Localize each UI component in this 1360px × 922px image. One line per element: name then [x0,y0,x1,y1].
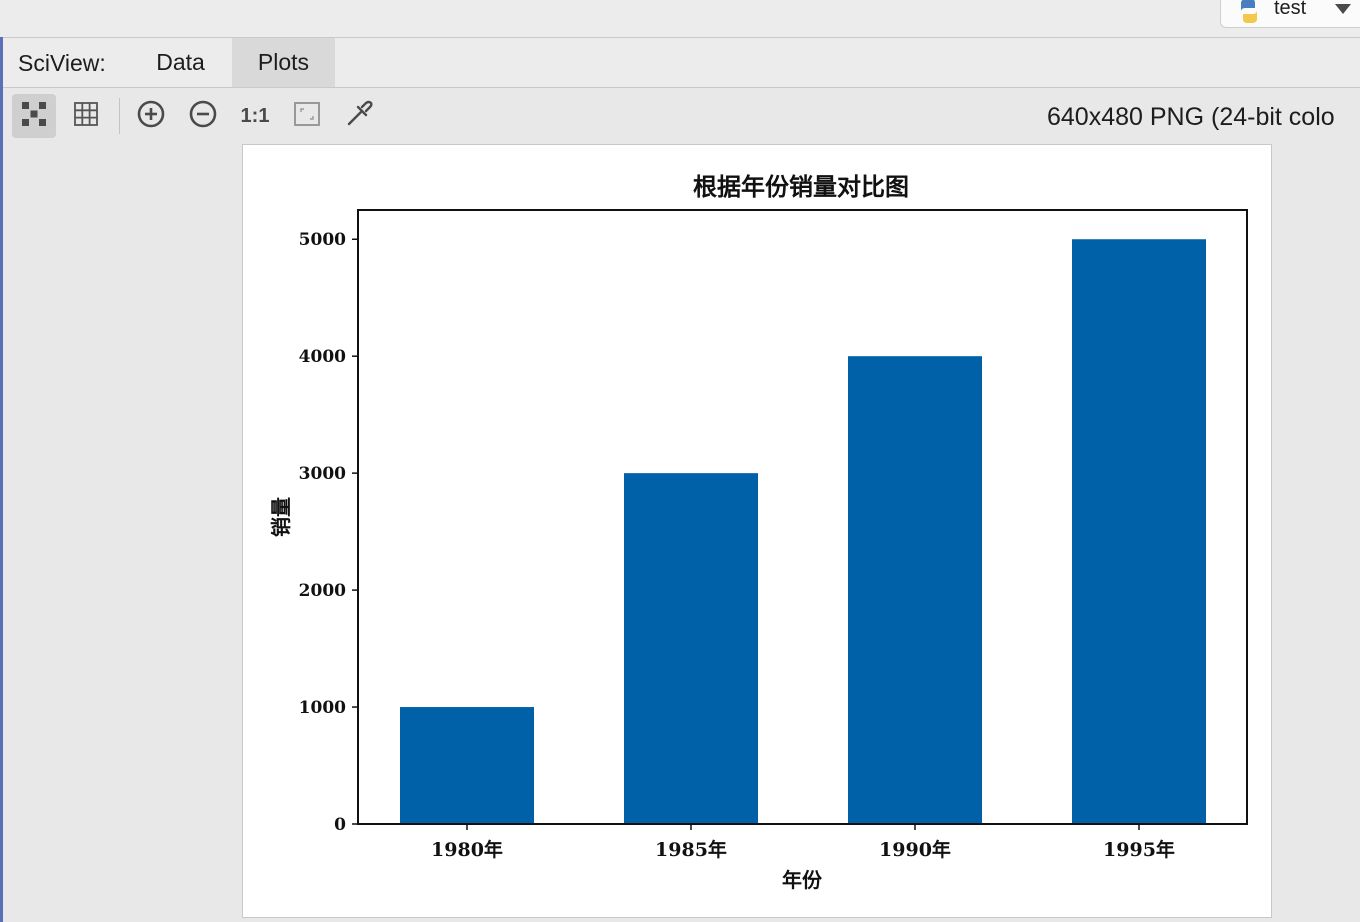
chevron-down-icon[interactable] [1335,4,1351,14]
bar [624,473,758,824]
tab-plots[interactable]: Plots [232,38,335,87]
chart-title: 根据年份销量对比图 [693,172,909,201]
x-tick-label: 1980年 [431,838,503,861]
top-bar: test [0,0,1360,38]
actual-size-button[interactable]: 1:1 [233,94,277,138]
color-picker-button[interactable] [337,94,381,138]
y-tick-label: 0 [334,815,346,835]
grid-icon [73,101,99,132]
y-tick-label: 5000 [299,230,346,250]
toolbar-separator [119,98,120,134]
bar [400,707,534,824]
y-tick-label: 1000 [299,698,346,718]
plot-viewer: 根据年份销量对比图 0 1000 2000 3000 4000 5000 1980年 198… [3,143,1360,922]
thumbnails-icon [20,100,48,133]
x-axis-label: 年份 [782,868,823,892]
sciview-tab-bar: SciView: Data Plots [3,38,1360,88]
sciview-label: SciView: [18,50,106,76]
zoom-out-button[interactable] [181,94,225,138]
zoom-in-button[interactable] [129,94,173,138]
plot-toolbar: 1:1 640x480 PNG (24-bit colo [3,88,1360,143]
bar [848,356,982,824]
image-info: 640x480 PNG (24-bit colo [1047,103,1335,131]
bar-chart: 根据年份销量对比图 0 1000 2000 3000 4000 5000 1980年 198… [269,172,1248,892]
grid-view-button[interactable] [64,94,108,138]
eyedropper-icon [344,99,374,134]
zoom-in-icon [136,99,166,134]
x-tick-label: 1985年 [655,838,727,861]
zoom-out-icon [188,99,218,134]
y-tick-label: 4000 [299,347,346,367]
run-configuration-selector[interactable]: test [1220,0,1360,28]
x-tick-label: 1995年 [1103,838,1175,861]
y-tick-label: 2000 [299,581,346,601]
fit-to-window-button[interactable] [285,94,329,138]
python-icon [1235,0,1263,23]
y-axis-label: 销量 [269,497,293,537]
thumbnails-view-button[interactable] [12,94,56,138]
plot-image[interactable]: 根据年份销量对比图 0 1000 2000 3000 4000 5000 1980年 198… [242,144,1272,918]
x-tick-label: 1990年 [879,838,951,861]
bar [1072,239,1206,824]
fit-window-icon [293,101,321,132]
one-to-one-icon: 1:1 [240,104,270,127]
y-tick-label: 3000 [299,464,346,484]
run-configuration-label: test [1274,0,1307,19]
tab-data[interactable]: Data [138,38,223,87]
